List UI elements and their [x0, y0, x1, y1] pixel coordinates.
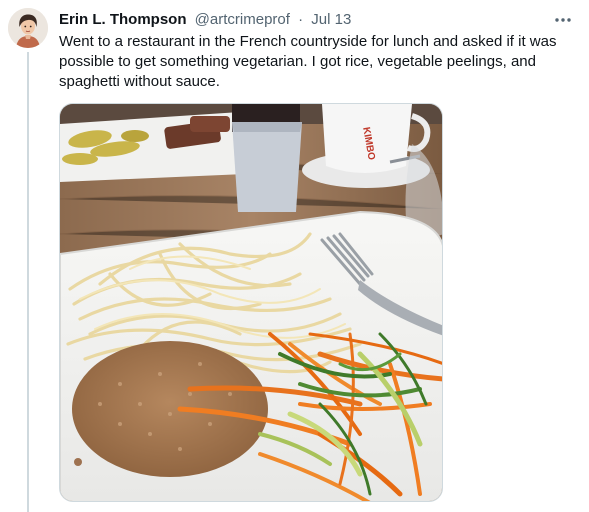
- tweet-date[interactable]: Jul 13: [311, 11, 351, 28]
- separator-dot: ·: [298, 11, 304, 28]
- tweet-card[interactable]: Erin L. Thompson @artcrimeprof · Jul 13 …: [0, 0, 589, 512]
- author-handle[interactable]: @artcrimeprof: [195, 11, 290, 28]
- food-plate-photo: KIMBO: [60, 104, 442, 501]
- avatar-illustration: [8, 8, 48, 48]
- more-horizontal-icon: [555, 18, 571, 22]
- tweet-text: Went to a restaurant in the French count…: [59, 33, 557, 90]
- more-options-button[interactable]: [551, 8, 575, 32]
- tweet-header: Erin L. Thompson @artcrimeprof · Jul 13: [59, 10, 529, 30]
- thread-line: [27, 52, 29, 512]
- avatar[interactable]: [8, 8, 48, 48]
- tweet-photo[interactable]: KIMBO: [59, 103, 443, 502]
- author-name[interactable]: Erin L. Thompson: [59, 11, 187, 28]
